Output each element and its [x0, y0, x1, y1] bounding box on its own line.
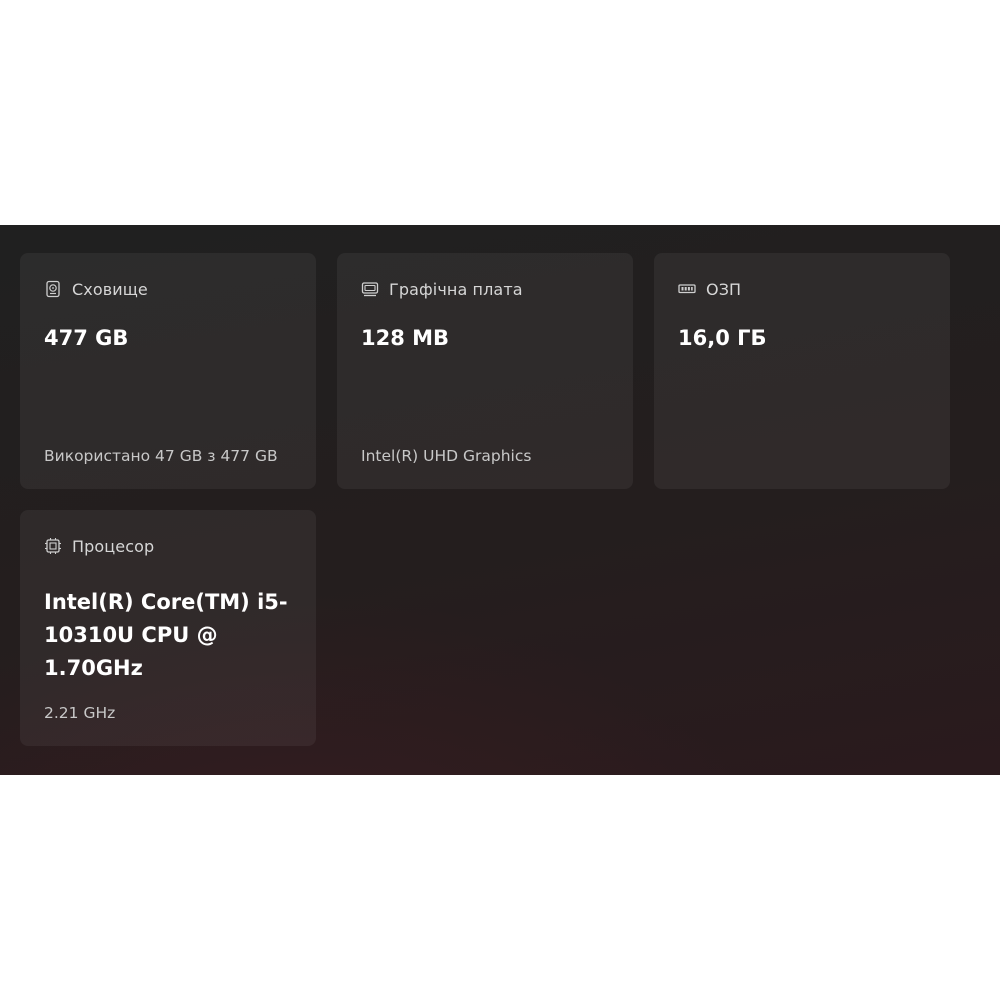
processor-card[interactable]: Процесор Intel(R) Core(TM) i5-10310U CPU… [20, 510, 316, 746]
ram-label: ОЗП [706, 279, 742, 299]
ram-card-header: ОЗП [678, 278, 741, 300]
device-specs-panel: Сховище 477 GB Використано 47 GB з 477 G… [0, 225, 1000, 775]
ram-value: 16,0 ГБ [678, 326, 767, 350]
hard-drive-icon [44, 280, 62, 298]
processor-label: Процесор [72, 536, 155, 556]
graphics-value: 128 MB [361, 326, 450, 350]
storage-card[interactable]: Сховище 477 GB Використано 47 GB з 477 G… [20, 253, 316, 489]
graphics-card[interactable]: Графічна плата 128 MB Intel(R) UHD Graph… [337, 253, 633, 489]
storage-detail: Використано 47 GB з 477 GB [44, 447, 278, 465]
processor-icon [44, 537, 62, 555]
storage-card-header: Сховище [44, 278, 148, 300]
memory-icon [678, 280, 696, 298]
display-adapter-icon [361, 280, 379, 298]
graphics-card-header: Графічна плата [361, 278, 523, 300]
storage-value: 477 GB [44, 326, 129, 350]
processor-card-header: Процесор [44, 535, 154, 557]
graphics-label: Графічна плата [389, 279, 523, 299]
processor-detail: 2.21 GHz [44, 704, 116, 722]
storage-label: Сховище [72, 279, 148, 299]
processor-value: Intel(R) Core(TM) i5-10310U CPU @ 1.70GH… [44, 590, 288, 680]
ram-card[interactable]: ОЗП 16,0 ГБ [654, 253, 950, 489]
graphics-detail: Intel(R) UHD Graphics [361, 447, 532, 465]
